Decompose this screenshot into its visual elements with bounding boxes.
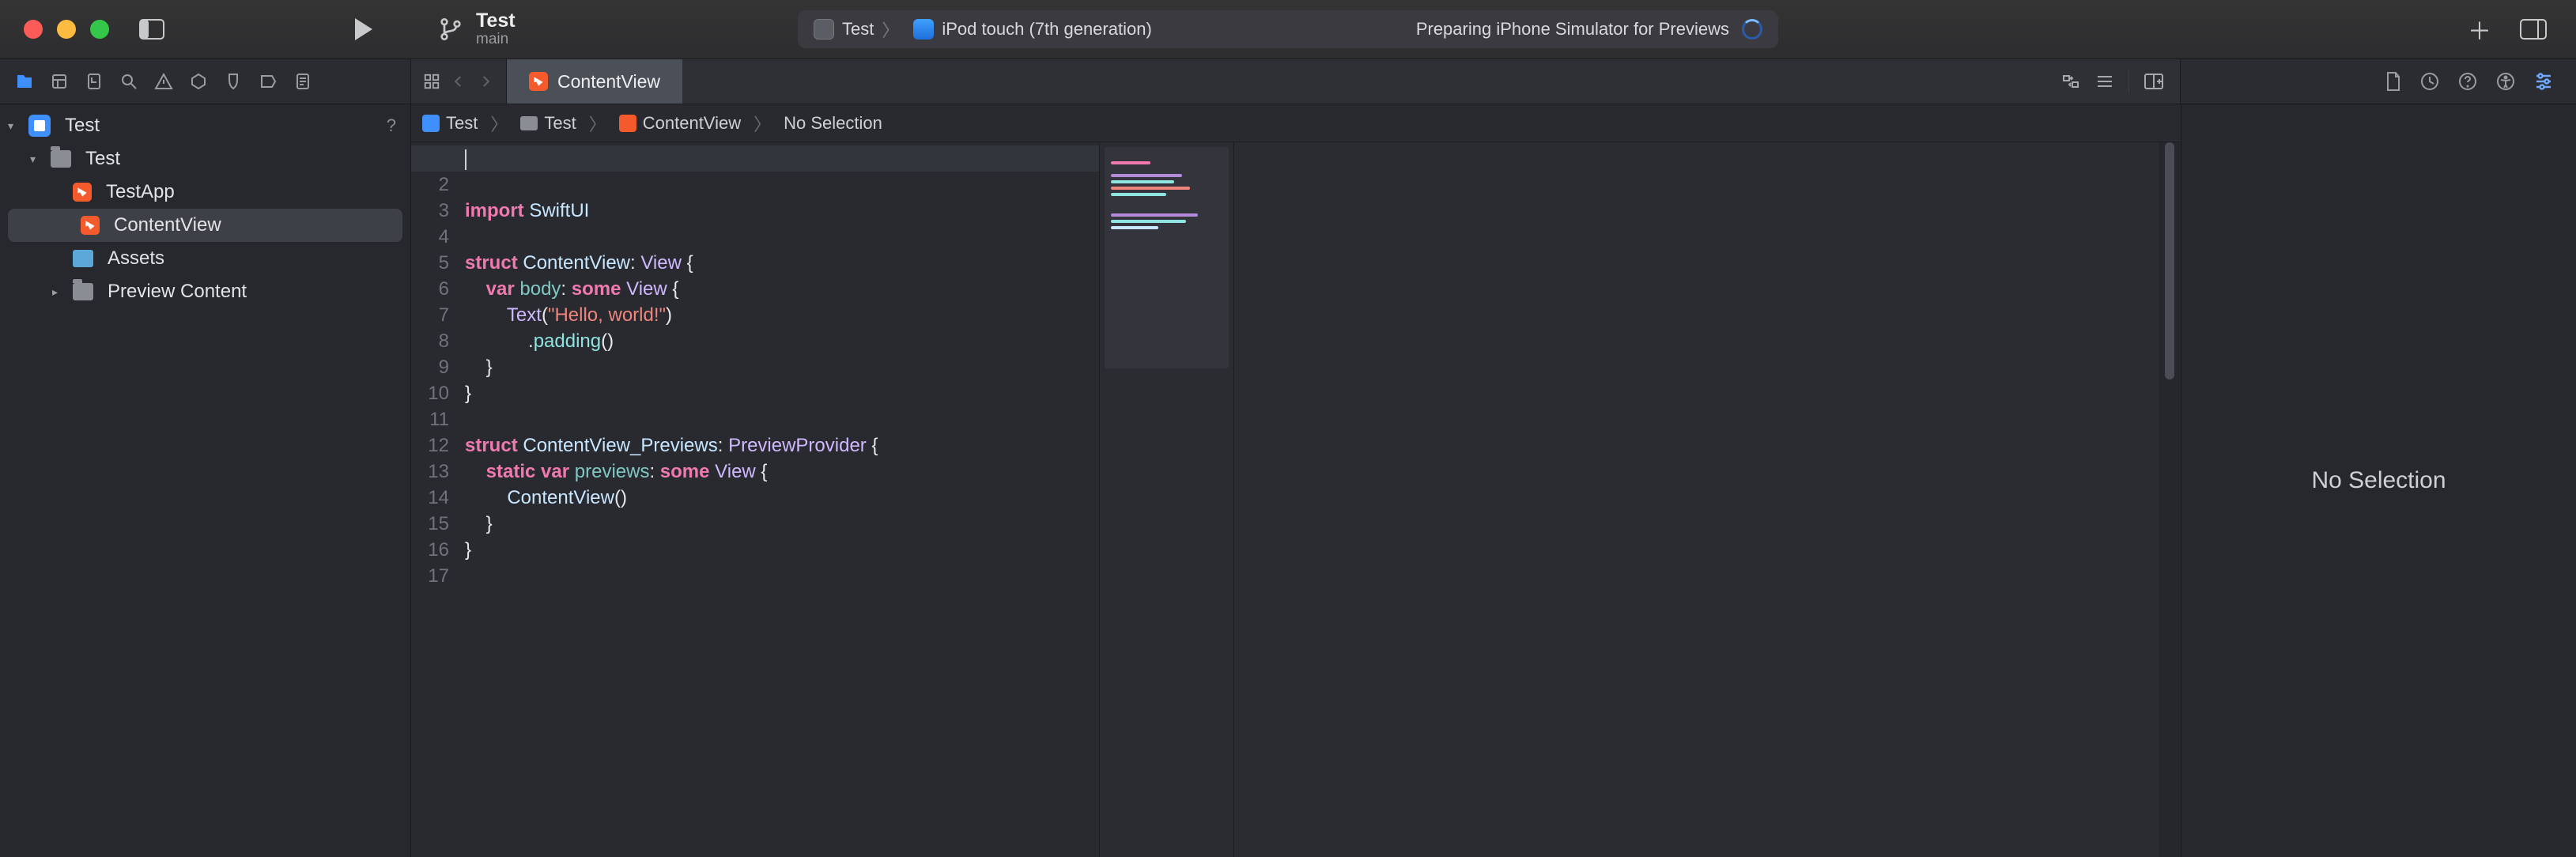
disclosure-triangle[interactable]: ▾ [8, 119, 22, 133]
minimize-window-button[interactable] [57, 20, 76, 39]
inspector-empty-label: No Selection [2311, 467, 2446, 494]
jumpbar-file[interactable]: ContentView [619, 113, 741, 134]
inspector-selector-bar [2181, 59, 2576, 104]
navigator-item-label: ContentView [114, 214, 221, 236]
disclosure-triangle[interactable]: ▾ [30, 153, 44, 166]
minimap[interactable] [1099, 142, 1233, 857]
navigator-item-assets[interactable]: Assets [0, 242, 410, 275]
project-navigator: ▾ Test? ▾ Test TestApp ContentView Assets ▸ P… [0, 104, 411, 857]
project-icon [422, 115, 440, 132]
find-navigator-tab[interactable] [117, 70, 141, 93]
app-icon [814, 19, 834, 40]
activity-spinner-icon [1742, 19, 1762, 40]
build-status-label: Preparing iPhone Simulator for Previews [1416, 19, 1729, 40]
symbol-navigator-tab[interactable] [82, 70, 106, 93]
navigator-item-label: Test [65, 115, 100, 137]
source-control-branch[interactable]: Test main [438, 10, 516, 48]
navigator-item-test[interactable]: ▾ Test? [0, 109, 410, 142]
jumpbar-project[interactable]: Test [422, 113, 478, 134]
folder-icon [73, 283, 93, 300]
source-editor[interactable]: 1234567891011121314151617 import SwiftUI… [411, 142, 1233, 857]
jump-bar[interactable]: Test 〉 Test 〉 ContentView 〉 No Selection [411, 104, 2181, 142]
breakpoint-navigator-tab[interactable] [256, 70, 280, 93]
disclosure-triangle[interactable] [60, 219, 74, 232]
disclosure-triangle[interactable] [52, 186, 66, 198]
run-button[interactable] [345, 10, 383, 48]
accessibility-inspector-tab[interactable] [2495, 71, 2516, 92]
divider [2128, 70, 2129, 93]
navigator-help-button[interactable]: ? [387, 115, 396, 136]
assets-icon [73, 250, 93, 267]
navigator-item-test[interactable]: ▾ Test [0, 142, 410, 176]
test-navigator-tab[interactable] [187, 70, 210, 93]
play-icon [355, 18, 372, 40]
tab-label: ContentView [557, 71, 660, 92]
jumpbar-symbol[interactable]: No Selection [784, 113, 882, 134]
navigator-item-testapp[interactable]: TestApp [0, 176, 410, 209]
swift-file-icon [81, 216, 100, 235]
activity-status-bar[interactable]: Test 〉 iPod touch (7th generation) Prepa… [798, 10, 1778, 48]
project-name-label: Test [476, 10, 516, 32]
canvas-preview[interactable] [1233, 142, 2181, 857]
folder-icon [51, 150, 71, 168]
editor-area: Test 〉 Test 〉 ContentView 〉 No Selection… [411, 104, 2181, 857]
device-icon [913, 19, 934, 40]
branch-name-label: main [476, 32, 516, 48]
folder-icon [520, 116, 538, 130]
source-control-navigator-tab[interactable] [47, 70, 71, 93]
file-inspector-tab[interactable] [2385, 71, 2402, 92]
tab-contentview[interactable]: ContentView [507, 59, 682, 104]
chevron-right-icon: 〉 [882, 17, 899, 42]
swift-file-icon [619, 115, 636, 132]
toggle-navigator-button[interactable] [133, 10, 171, 48]
disclosure-triangle[interactable]: ▸ [52, 285, 66, 299]
run-destination-selector[interactable]: iPod touch (7th generation) [913, 19, 1151, 40]
code-text[interactable]: import SwiftUI struct ContentView: View … [459, 142, 1099, 857]
navigator-selector-bar [0, 59, 411, 104]
close-window-button[interactable] [24, 20, 43, 39]
window-controls [0, 20, 109, 39]
navigator-item-label: Test [85, 148, 120, 170]
quick-help-inspector-tab[interactable] [2457, 71, 2478, 92]
disclosure-triangle[interactable] [52, 252, 66, 265]
adjust-editor-options-button[interactable] [2095, 73, 2114, 90]
tab-bar: ContentView [411, 59, 2181, 104]
scheme-selector[interactable]: Test 〉 [814, 17, 899, 42]
titlebar: Test main Test 〉 iPod touch (7th generat… [0, 0, 2576, 59]
scheme-label: Test [842, 19, 874, 40]
history-inspector-tab[interactable] [2419, 71, 2440, 92]
chevron-right-icon: 〉 [584, 111, 611, 136]
go-forward-button[interactable] [474, 70, 497, 92]
attributes-inspector-tab[interactable] [2533, 72, 2554, 91]
branch-icon [438, 17, 463, 42]
jumpbar-group[interactable]: Test [520, 113, 576, 134]
related-items-button[interactable] [421, 70, 443, 92]
navigator-item-label: Assets [108, 247, 164, 270]
project-navigator-tab[interactable] [13, 70, 36, 93]
zoom-window-button[interactable] [90, 20, 109, 39]
device-label: iPod touch (7th generation) [942, 19, 1151, 40]
swift-file-icon [529, 72, 548, 91]
report-navigator-tab[interactable] [291, 70, 315, 93]
chevron-right-icon: 〉 [485, 111, 512, 136]
add-button[interactable]: ＋ [2461, 10, 2499, 48]
enable-code-review-button[interactable] [2060, 73, 2081, 90]
go-back-button[interactable] [448, 70, 470, 92]
chevron-right-icon: 〉 [749, 111, 776, 136]
project-icon [28, 115, 51, 137]
navigator-item-label: Preview Content [108, 281, 247, 303]
swift-file-icon [73, 183, 92, 202]
navigator-item-preview-content[interactable]: ▸ Preview Content [0, 275, 410, 308]
library-button[interactable] [2514, 10, 2552, 48]
issue-navigator-tab[interactable] [152, 70, 176, 93]
add-editor-button[interactable] [2144, 73, 2164, 90]
plus-icon: ＋ [2468, 12, 2491, 47]
debug-navigator-tab[interactable] [221, 70, 245, 93]
line-number-gutter[interactable]: 1234567891011121314151617 [411, 142, 459, 857]
navigator-item-label: TestApp [106, 181, 175, 203]
inspector-panel: No Selection [2181, 104, 2576, 857]
navigator-item-contentview[interactable]: ContentView [8, 209, 402, 242]
preview-scrollbar[interactable] [2159, 142, 2181, 857]
